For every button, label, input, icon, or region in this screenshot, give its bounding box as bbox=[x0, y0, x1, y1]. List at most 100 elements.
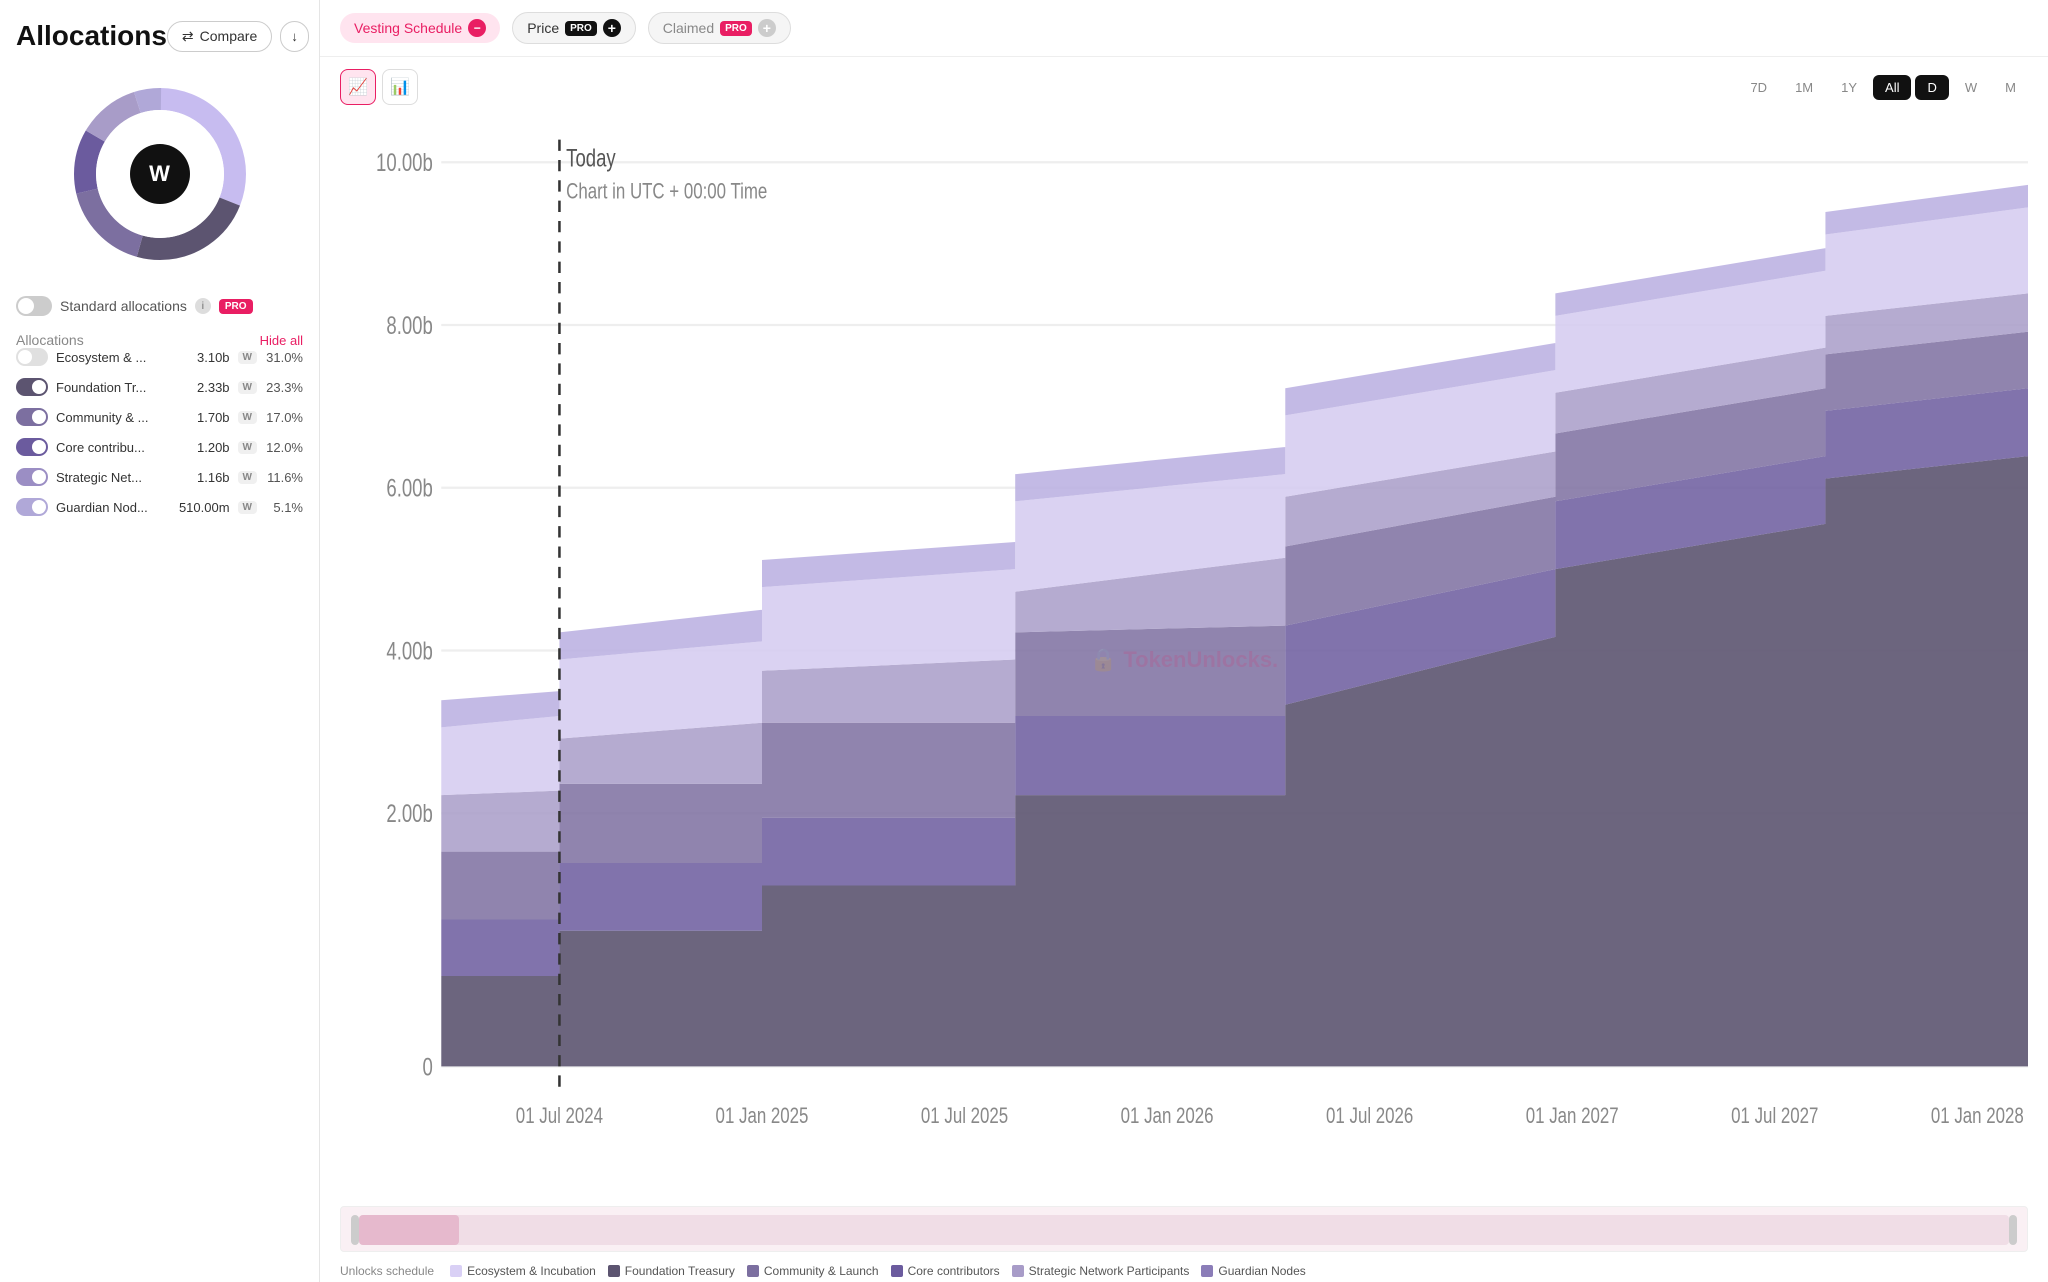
svg-text:01 Jan 2027: 01 Jan 2027 bbox=[1526, 1104, 1619, 1129]
svg-text:4.00b: 4.00b bbox=[386, 637, 432, 665]
legend-dot-guardian bbox=[1201, 1265, 1213, 1277]
chart-scrollbar[interactable] bbox=[340, 1206, 2028, 1252]
time-btn-7d[interactable]: 7D bbox=[1738, 75, 1779, 100]
alloc-w-badge-foundation: W bbox=[238, 381, 257, 394]
main-chart-svg: 10.00b 8.00b 6.00b 4.00b 2.00b 0 bbox=[340, 117, 2028, 1202]
download-icon: ↓ bbox=[291, 29, 298, 44]
alloc-w-badge-ecosystem: W bbox=[238, 351, 257, 364]
svg-text:Chart in UTC + 00:00 Time: Chart in UTC + 00:00 Time bbox=[566, 179, 767, 204]
chart-type-buttons: 📈 📊 bbox=[340, 69, 418, 105]
alloc-toggle-community[interactable] bbox=[16, 408, 48, 426]
svg-text:01 Jul 2025: 01 Jul 2025 bbox=[921, 1104, 1008, 1129]
svg-text:01 Jul 2027: 01 Jul 2027 bbox=[1731, 1104, 1818, 1129]
legend-dot-strategic bbox=[1012, 1265, 1024, 1277]
standard-allocations-toggle[interactable] bbox=[16, 296, 52, 316]
time-btn-w[interactable]: W bbox=[1953, 75, 1989, 100]
legend-label-foundation: Foundation Treasury bbox=[625, 1264, 735, 1278]
chart-legend: Unlocks schedule Ecosystem & Incubation … bbox=[340, 1256, 2028, 1282]
legend-item-guardian: Guardian Nodes bbox=[1201, 1264, 1305, 1278]
alloc-track-community bbox=[16, 408, 48, 426]
legend-label-core: Core contributors bbox=[908, 1264, 1000, 1278]
svg-text:01 Jul 2026: 01 Jul 2026 bbox=[1326, 1104, 1413, 1129]
toggle-thumb bbox=[18, 298, 34, 314]
standard-allocations-row: Standard allocations i PRO bbox=[16, 296, 303, 316]
alloc-thumb-foundation bbox=[32, 380, 46, 394]
scrollbar-handle-left[interactable] bbox=[351, 1215, 359, 1245]
alloc-toggle-strategic[interactable] bbox=[16, 468, 48, 486]
time-btn-m[interactable]: M bbox=[1993, 75, 2028, 100]
alloc-item-core: Core contribu... 1.20b W 12.0% bbox=[16, 438, 303, 456]
download-button[interactable]: ↓ bbox=[280, 21, 309, 52]
alloc-track-core bbox=[16, 438, 48, 456]
legend-dot-community bbox=[747, 1265, 759, 1277]
vesting-schedule-pill[interactable]: Vesting Schedule − bbox=[340, 13, 500, 43]
allocations-list: Ecosystem & ... 3.10b W 31.0% Foundation… bbox=[16, 348, 303, 516]
alloc-pct-community: 17.0% bbox=[265, 410, 303, 425]
alloc-amount-core: 1.20b bbox=[197, 440, 230, 455]
alloc-amount-guardian: 510.00m bbox=[179, 500, 230, 515]
claimed-pro-badge: PRO bbox=[720, 21, 752, 36]
legend-item-foundation: Foundation Treasury bbox=[608, 1264, 735, 1278]
donut-chart: W bbox=[70, 84, 250, 264]
legend-item-community: Community & Launch bbox=[747, 1264, 879, 1278]
legend-item-strategic: Strategic Network Participants bbox=[1012, 1264, 1190, 1278]
claimed-pill[interactable]: Claimed PRO + bbox=[648, 12, 791, 44]
legend-label-strategic: Strategic Network Participants bbox=[1029, 1264, 1190, 1278]
time-btn-d[interactable]: D bbox=[1915, 75, 1948, 100]
alloc-name-ecosystem: Ecosystem & ... bbox=[56, 350, 189, 365]
legend-dot-ecosystem bbox=[450, 1265, 462, 1277]
chart-svg-wrapper: 10.00b 8.00b 6.00b 4.00b 2.00b 0 bbox=[340, 117, 2028, 1202]
toggle-track bbox=[16, 296, 52, 316]
compare-button[interactable]: ⇄ Compare bbox=[167, 21, 272, 52]
add-claimed-icon[interactable]: + bbox=[758, 19, 776, 37]
chart-area: 📈 📊 7D1M1YAllDWM 10.00b 8.00b bbox=[320, 57, 2048, 1282]
alloc-item-ecosystem: Ecosystem & ... 3.10b W 31.0% bbox=[16, 348, 303, 366]
price-pill[interactable]: Price PRO + bbox=[512, 12, 636, 44]
svg-text:01 Jan 2028: 01 Jan 2028 bbox=[1931, 1104, 2024, 1129]
legend-item-core: Core contributors bbox=[891, 1264, 1000, 1278]
bar-chart-button[interactable]: 📊 bbox=[382, 69, 418, 105]
scrollbar-range bbox=[359, 1215, 2009, 1245]
add-price-icon[interactable]: + bbox=[603, 19, 621, 37]
alloc-toggle-foundation[interactable] bbox=[16, 378, 48, 396]
scrollbar-handle-right[interactable] bbox=[2009, 1215, 2017, 1245]
alloc-w-badge-core: W bbox=[238, 441, 257, 454]
alloc-item-strategic: Strategic Net... 1.16b W 11.6% bbox=[16, 468, 303, 486]
bar-chart-icon: 📊 bbox=[390, 77, 410, 97]
hide-all-button[interactable]: Hide all bbox=[260, 333, 303, 348]
alloc-amount-ecosystem: 3.10b bbox=[197, 350, 230, 365]
alloc-toggle-ecosystem[interactable] bbox=[16, 348, 48, 366]
svg-text:10.00b: 10.00b bbox=[376, 149, 433, 177]
svg-text:01 Jan 2026: 01 Jan 2026 bbox=[1121, 1104, 1214, 1129]
alloc-item-guardian: Guardian Nod... 510.00m W 5.1% bbox=[16, 498, 303, 516]
alloc-thumb-ecosystem bbox=[18, 350, 32, 364]
time-btn-1y[interactable]: 1Y bbox=[1829, 75, 1869, 100]
alloc-track-strategic bbox=[16, 468, 48, 486]
scrollbar-active bbox=[359, 1215, 459, 1245]
svg-text:Today: Today bbox=[566, 144, 616, 172]
legend-prefix: Unlocks schedule bbox=[340, 1264, 434, 1278]
page-title: Allocations bbox=[16, 20, 167, 52]
claimed-label: Claimed bbox=[663, 20, 714, 36]
vesting-schedule-label: Vesting Schedule bbox=[354, 20, 462, 36]
price-label: Price bbox=[527, 20, 559, 36]
remove-vesting-icon[interactable]: − bbox=[468, 19, 486, 37]
alloc-amount-community: 1.70b bbox=[197, 410, 230, 425]
alloc-pct-strategic: 11.6% bbox=[265, 470, 303, 485]
alloc-toggle-core[interactable] bbox=[16, 438, 48, 456]
alloc-toggle-guardian[interactable] bbox=[16, 498, 48, 516]
legend-label-ecosystem: Ecosystem & Incubation bbox=[467, 1264, 596, 1278]
alloc-thumb-community bbox=[32, 410, 46, 424]
donut-chart-wrapper: W bbox=[16, 68, 303, 280]
info-icon[interactable]: i bbox=[195, 298, 211, 314]
legend-label-guardian: Guardian Nodes bbox=[1218, 1264, 1305, 1278]
time-btn-1m[interactable]: 1M bbox=[1783, 75, 1825, 100]
time-range-buttons: 7D1M1YAllDWM bbox=[1738, 75, 2028, 100]
alloc-item-community: Community & ... 1.70b W 17.0% bbox=[16, 408, 303, 426]
time-btn-all[interactable]: All bbox=[1873, 75, 1911, 100]
svg-text:01 Jul 2024: 01 Jul 2024 bbox=[516, 1104, 603, 1129]
line-chart-button[interactable]: 📈 bbox=[340, 69, 376, 105]
standard-allocations-label: Standard allocations bbox=[60, 298, 187, 314]
svg-text:8.00b: 8.00b bbox=[386, 311, 432, 339]
svg-text:01 Jan 2025: 01 Jan 2025 bbox=[716, 1104, 809, 1129]
